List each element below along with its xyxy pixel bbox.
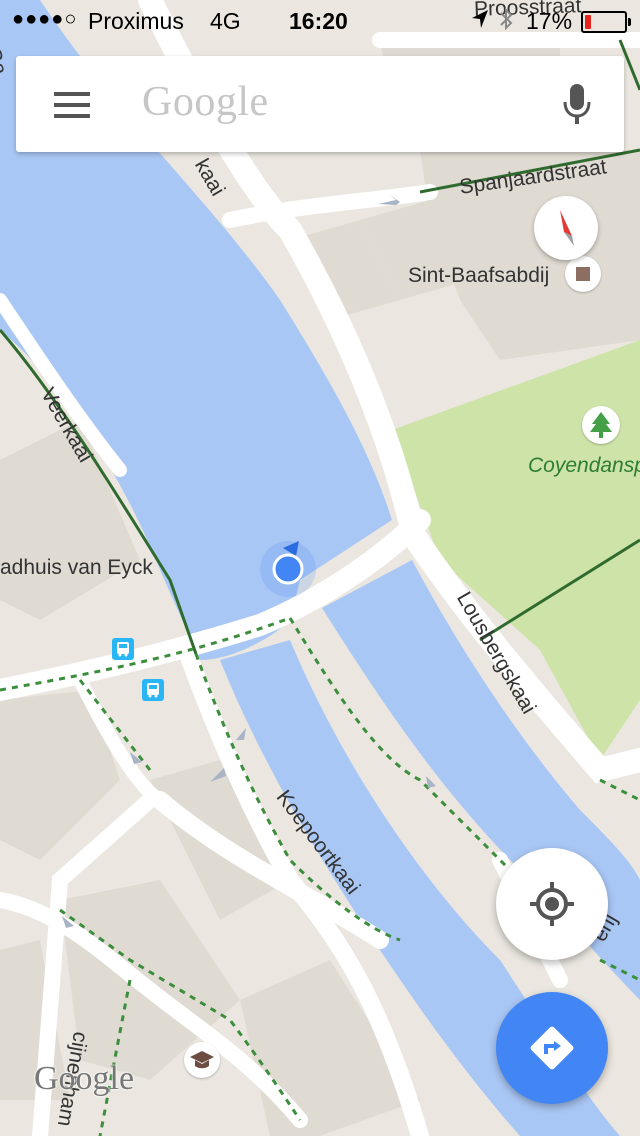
bluetooth-icon: [498, 6, 514, 38]
google-watermark: Google: [34, 1060, 135, 1097]
signal-strength: ●●●●○: [12, 8, 78, 30]
my-location-button[interactable]: [496, 848, 608, 960]
status-bar: ●●●●○ Proximus 4G 16:20 17%: [0, 0, 640, 40]
battery-percentage: 17%: [526, 8, 573, 34]
maps-app: Proosstraat Spanjaardstraat kaai Ga Veer…: [0, 0, 640, 1136]
directions-icon: [530, 1026, 574, 1070]
directions-button[interactable]: [496, 992, 608, 1104]
network-type: 4G: [210, 8, 241, 34]
poi-label-sint-baafsabdij[interactable]: Sint-Baafsabdij: [408, 264, 549, 288]
carrier-name: Proximus: [88, 8, 184, 34]
battery-fill: [585, 15, 591, 29]
poi-label-hadhuis-van-eyck[interactable]: adhuis van Eyck: [0, 556, 153, 580]
hamburger-menu-icon[interactable]: [54, 92, 90, 118]
location-services-icon: [470, 8, 490, 36]
bus-icon[interactable]: [142, 679, 164, 701]
microphone-icon[interactable]: [560, 82, 594, 133]
landmark-icon[interactable]: [565, 256, 601, 292]
clock: 16:20: [289, 8, 348, 34]
battery-icon: [581, 11, 631, 33]
my-location-icon: [530, 882, 574, 926]
tree-icon[interactable]: [582, 406, 620, 444]
compass-icon[interactable]: [534, 196, 598, 260]
poi-label-coyendanspark[interactable]: Coyendansp: [528, 454, 640, 478]
school-icon[interactable]: [184, 1042, 220, 1078]
bus-icon[interactable]: [112, 638, 134, 660]
search-input[interactable]: Google: [142, 78, 269, 126]
search-bar[interactable]: Google: [16, 56, 624, 152]
